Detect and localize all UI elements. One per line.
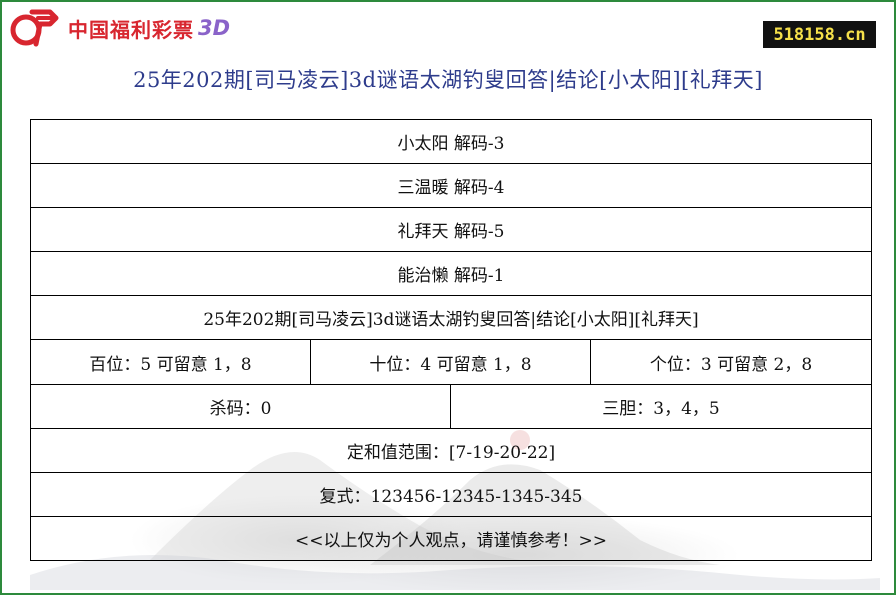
decode-cell-1: 小太阳 解码-3 <box>29 118 873 165</box>
tens-cell: 十位：4 可留意 1，8 <box>310 339 591 385</box>
table-row: 杀码：0 三胆：3，4，5 <box>30 383 873 429</box>
table-row: 复式：123456-12345-1345-345 <box>29 471 873 517</box>
kill-number-cell: 杀码：0 <box>30 383 451 429</box>
table-row: 礼拜天 解码-5 <box>29 207 873 253</box>
lottery-logo: 中国福利彩票 3D <box>10 8 230 48</box>
site-badge: 518158.cn <box>763 21 876 48</box>
summary-cell: 25年202期[司马凌云]3d谜语太湖钓叟回答|结论[小太阳][礼拜天] <box>29 295 873 341</box>
table-row: 25年202期[司马凌云]3d谜语太湖钓叟回答|结论[小太阳][礼拜天] <box>29 295 873 341</box>
decode-cell-4: 能治懒 解码-1 <box>29 251 873 297</box>
disclaimer-cell: <<以上仅为个人观点，请谨慎参考！>> <box>29 515 873 562</box>
page-title: 25年202期[司马凌云]3d谜语太湖钓叟回答|结论[小太阳][礼拜天] <box>133 68 763 92</box>
combo-cell: 复式：123456-12345-1345-345 <box>29 471 873 517</box>
decode-cell-2: 三温暖 解码-4 <box>29 163 873 209</box>
table-row: 三温暖 解码-4 <box>29 163 873 209</box>
three-bold-cell: 三胆：3，4，5 <box>449 383 873 429</box>
logo-text: 中国福利彩票 <box>68 17 194 42</box>
units-cell: 个位：3 可留意 2，8 <box>589 339 873 385</box>
lottery-logo-icon <box>10 9 59 47</box>
decode-cell-3: 礼拜天 解码-5 <box>29 207 873 253</box>
table-row: 能治懒 解码-1 <box>29 251 873 297</box>
table-row: 小太阳 解码-3 <box>29 118 873 165</box>
table-row: 百位：5 可留意 1，8 十位：4 可留意 1，8 个位：3 可留意 2，8 <box>30 339 873 385</box>
sum-range-cell: 定和值范围：[7-19-20-22] <box>29 427 873 473</box>
prediction-table: 小太阳 解码-3 三温暖 解码-4 礼拜天 解码-5 能治懒 解码-1 25年2… <box>29 118 873 562</box>
hundreds-cell: 百位：5 可留意 1，8 <box>30 339 311 385</box>
logo-3d: 3D <box>198 16 231 40</box>
table-row: 定和值范围：[7-19-20-22] <box>29 427 873 473</box>
table-row: <<以上仅为个人观点，请谨慎参考！>> <box>29 515 873 562</box>
